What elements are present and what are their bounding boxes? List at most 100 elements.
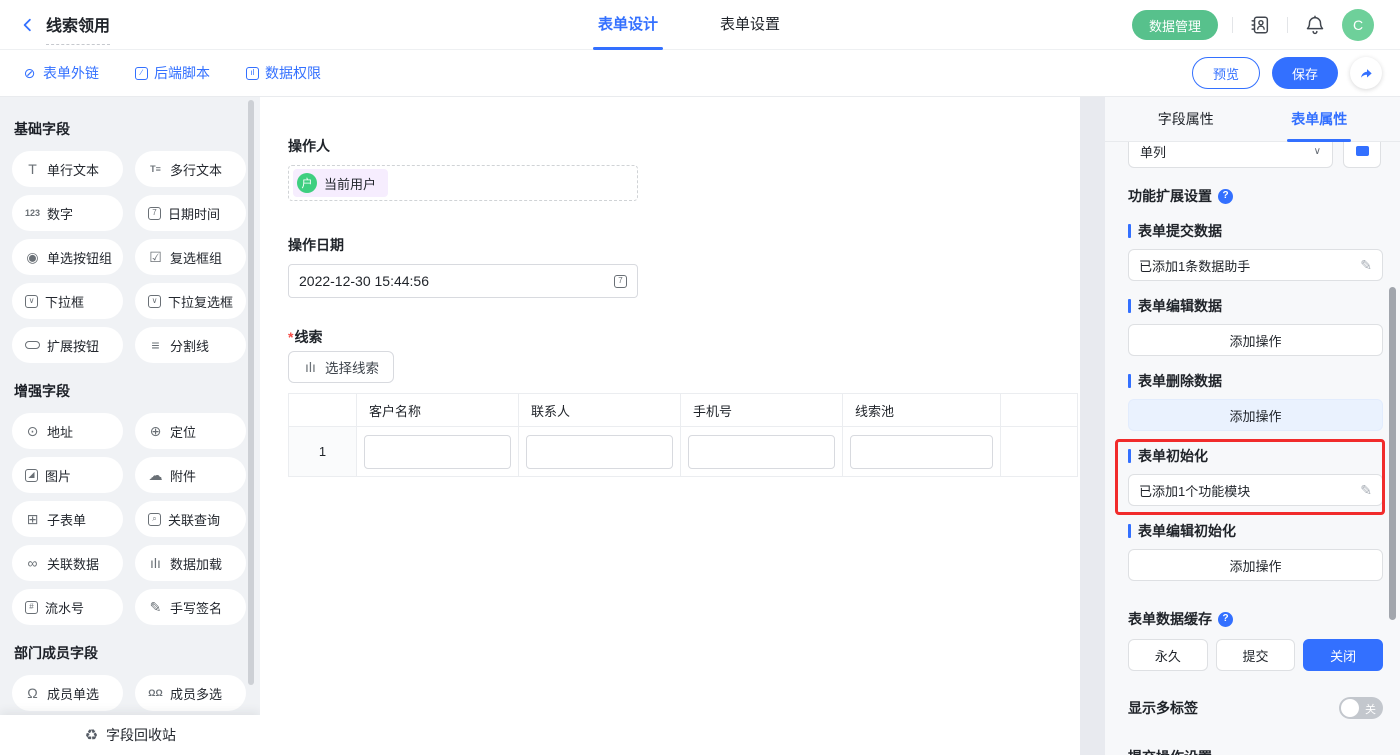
table-header-cell: 客户名称 (357, 394, 519, 426)
sidebar-item-label: 分割线 (170, 336, 209, 355)
current-user-tag[interactable]: 户 当前用户 (293, 169, 388, 197)
cache-option-button[interactable]: 永久 (1128, 639, 1208, 671)
sidebar-field-item[interactable]: ılı数据加载 (135, 545, 246, 581)
related-query-icon: ⌕ (148, 513, 161, 526)
user-avatar[interactable]: C (1342, 9, 1374, 41)
toolbar-link[interactable]: ⊘ 表单外链 (22, 63, 99, 83)
sidebar-field-item[interactable]: T≡多行文本 (135, 151, 246, 187)
header-actions: 数据管理 C (1132, 0, 1374, 50)
save-button[interactable]: 保存 (1272, 57, 1338, 89)
sidebar-field-item[interactable]: ∨下拉复选框 (135, 283, 246, 319)
multi-tab-toggle[interactable]: 关 (1339, 697, 1383, 719)
sidebar-item-label: 附件 (170, 466, 196, 485)
panel-value-box[interactable]: 已添加1个功能模块✎ (1128, 474, 1383, 506)
sidebar-field-item[interactable]: ⊙地址 (12, 413, 123, 449)
data-manage-button[interactable]: 数据管理 (1132, 10, 1218, 40)
user-tag-label: 当前用户 (324, 174, 376, 193)
back-icon[interactable] (16, 13, 40, 37)
bar-chart-icon: ılı (303, 360, 318, 375)
cell-input[interactable] (688, 435, 835, 469)
toggle-knob (1341, 699, 1359, 717)
help-icon[interactable] (1218, 612, 1233, 627)
add-action-button[interactable]: 添加操作 (1128, 399, 1383, 431)
panel-tabs: 字段属性 表单属性 (1105, 97, 1400, 142)
sidebar-field-item[interactable]: ⊕定位 (135, 413, 246, 449)
cell-input[interactable] (364, 435, 511, 469)
date-input[interactable]: 2022-12-30 15:44:56 7 (288, 264, 638, 298)
sidebar-field-item[interactable]: ☁附件 (135, 457, 246, 493)
toolbar-link[interactable]: ∕后端脚本 (135, 63, 210, 83)
cache-option-button[interactable]: 关闭 (1303, 639, 1383, 671)
sidebar-field-item[interactable]: T 单行文本 (12, 151, 123, 187)
tab-form-settings[interactable]: 表单设置 (720, 0, 780, 50)
operator-value-box[interactable]: 户 当前用户 (288, 165, 638, 201)
sidebar-field-item[interactable]: ∞关联数据 (12, 545, 123, 581)
sidebar-field-item[interactable]: ⌕关联查询 (135, 501, 246, 537)
panel-value-box[interactable]: 已添加1条数据助手✎ (1128, 249, 1383, 281)
external-link-icon: ⊘ (22, 66, 37, 81)
table-input-cell (681, 427, 843, 476)
sidebar-field-item[interactable]: ◢图片 (12, 457, 123, 493)
toolbar-link-label: 表单外链 (43, 63, 99, 83)
preview-button[interactable]: 预览 (1192, 57, 1260, 89)
sidebar-field-item[interactable]: 123数字 (12, 195, 123, 231)
page-title[interactable]: 线索领用 (46, 12, 110, 38)
share-button[interactable] (1350, 57, 1382, 89)
divider-icon: ≡ (148, 338, 163, 353)
sidebar-field-item[interactable]: ✎手写签名 (135, 589, 246, 625)
sidebar-scrollbar[interactable] (248, 100, 254, 685)
sidebar-field-item[interactable]: ⊞子表单 (12, 501, 123, 537)
cache-option-button[interactable]: 提交 (1216, 639, 1296, 671)
data-load-icon: ılı (148, 556, 163, 571)
sidebar-field-item[interactable]: ∨下拉框 (12, 283, 123, 319)
sidebar-field-item[interactable]: ≡ 分割线 (135, 327, 246, 363)
field-label: 操作日期 (288, 236, 1080, 254)
sidebar-field-item[interactable]: ◉单选按钮组 (12, 239, 123, 275)
sidebar-field-item[interactable]: 扩展按钮 (12, 327, 123, 363)
sidebar-item-label: 下拉框 (45, 292, 84, 311)
tab-form-properties[interactable]: 表单属性 (1291, 97, 1347, 142)
text-icon: T (25, 162, 40, 177)
sidebar-item-label: 下拉复选框 (168, 292, 233, 311)
edit-icon[interactable]: ✎ (1360, 257, 1372, 274)
layout-mode-button[interactable] (1343, 142, 1381, 168)
add-action-button[interactable]: 添加操作 (1128, 549, 1383, 581)
tab-field-properties[interactable]: 字段属性 (1158, 97, 1214, 142)
sidebar-field-item[interactable]: ☑复选框组 (135, 239, 246, 275)
locate-icon: ⊕ (148, 424, 163, 439)
help-icon[interactable] (1218, 189, 1233, 204)
sidebar-item-label: 单行文本 (47, 160, 99, 179)
edit-icon[interactable]: ✎ (1360, 482, 1372, 499)
share-arrow-icon (1358, 65, 1374, 81)
required-mark: * (288, 329, 293, 345)
sidebar-field-item[interactable]: #流水号 (12, 589, 123, 625)
field-operation-date[interactable]: 操作日期 2022-12-30 15:44:56 7 (288, 236, 1080, 298)
address-book-icon[interactable] (1247, 12, 1273, 38)
table-header-row: 客户名称联系人手机号线索池 (289, 394, 1077, 427)
sidebar-field-item[interactable]: ΩΩ成员多选 (135, 675, 246, 711)
field-clue[interactable]: *线索 ılı 选择线索 客户名称联系人手机号线索池 1 (288, 328, 1080, 477)
cell-input[interactable] (850, 435, 993, 469)
panel-scrollbar[interactable] (1389, 287, 1396, 620)
field-recycle-bin[interactable]: ♻ 字段回收站 (0, 715, 260, 755)
cache-options: 永久提交关闭 (1128, 639, 1383, 671)
field-operator[interactable]: 操作人 户 当前用户 (288, 137, 1080, 201)
select-clue-label: 选择线索 (325, 357, 379, 377)
select-clue-button[interactable]: ılı 选择线索 (288, 351, 394, 383)
panel-group-title-text: 表单初始化 (1138, 446, 1208, 466)
toolbar-link[interactable]: ıl数据权限 (246, 63, 321, 83)
cell-input[interactable] (526, 435, 673, 469)
tab-form-design[interactable]: 表单设计 (598, 0, 658, 50)
field-label: 操作人 (288, 137, 1080, 155)
notification-bell-icon[interactable] (1302, 12, 1328, 38)
add-action-button[interactable]: 添加操作 (1128, 324, 1383, 356)
layout-select[interactable]: 单列 ∨ (1128, 142, 1333, 168)
sidebar-field-item[interactable]: 7日期时间 (135, 195, 246, 231)
header-tabs: 表单设计 表单设置 (598, 0, 780, 50)
table-input-cell (357, 427, 519, 476)
sidebar-field-item[interactable]: Ω成员单选 (12, 675, 123, 711)
table-header-cell: 手机号 (681, 394, 843, 426)
sidebar-item-label: 单选按钮组 (47, 248, 112, 267)
sidebar-item-label: 地址 (47, 422, 73, 441)
field-library-sidebar: 基础字段T单行文本T≡多行文本123数字7日期时间◉单选按钮组☑复选框组∨下拉框… (0, 97, 260, 755)
